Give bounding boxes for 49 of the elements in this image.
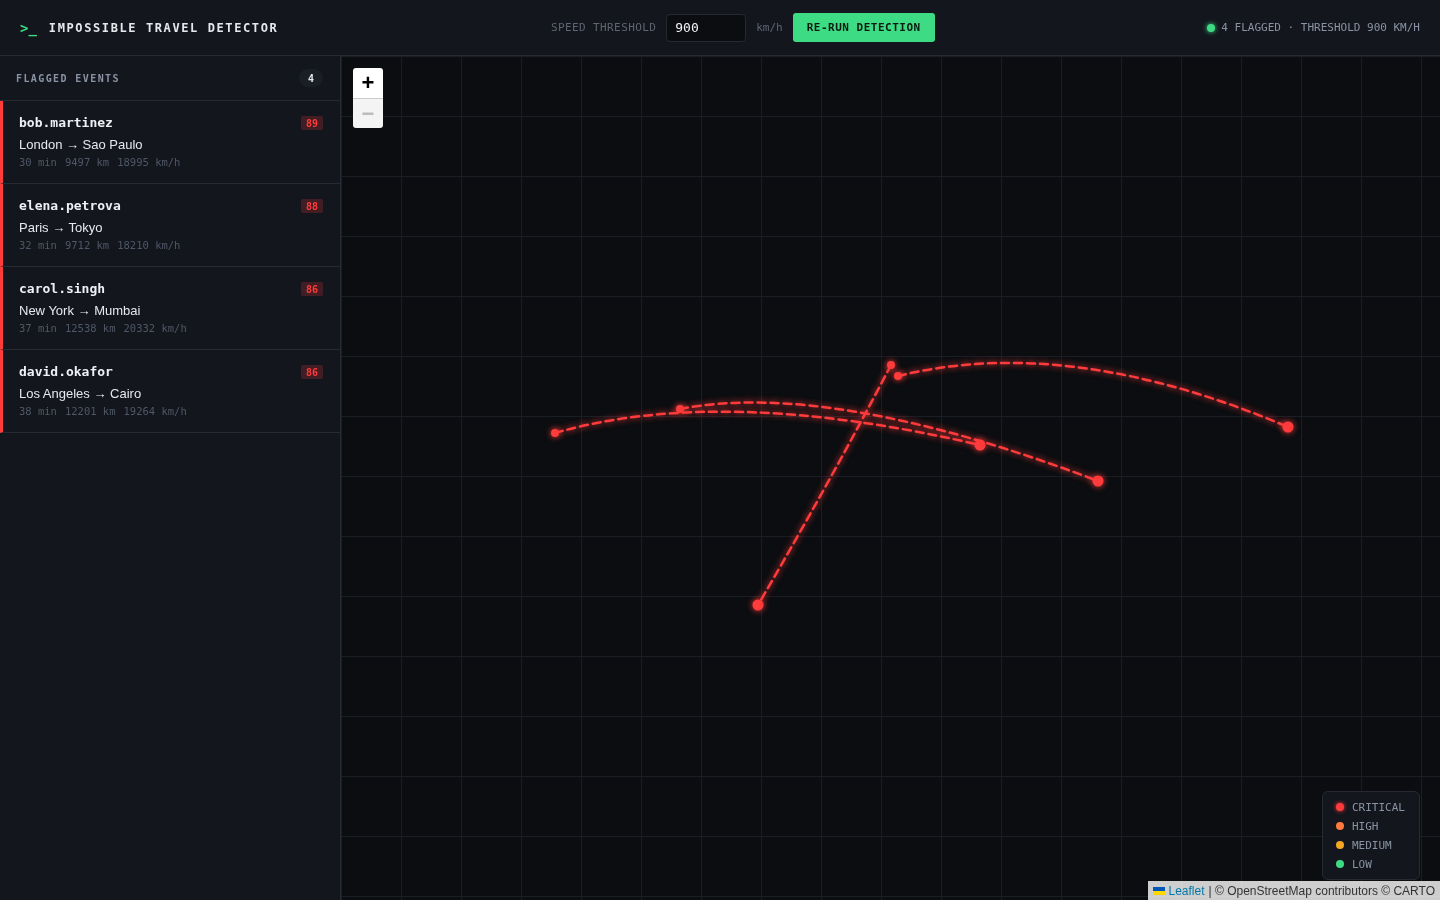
event-stat: 19264 km/h [123,404,187,418]
marker-dot-icon[interactable] [887,361,895,369]
unit-label: km/h [756,21,783,34]
event-stat: 12201 km [64,404,116,418]
event-stat: 32 min [19,238,57,252]
username: carol.singh [19,281,106,297]
marker-dot-icon[interactable] [1282,421,1294,433]
event-stat: 37 min [19,321,57,335]
event-stat: 9712 km [64,238,110,252]
route-text: London → Sao Paulo [19,137,144,153]
legend-label: MEDIUM [1352,838,1392,852]
username: bob.martinez [19,115,113,131]
event-stat: 18995 km/h [117,155,181,169]
risk-score: 89 [300,116,323,130]
status-dot-icon [1207,23,1216,32]
event-stat: 18210 km/h [117,238,181,252]
event-count: 4 [299,69,323,87]
risk-score: 88 [300,199,323,213]
threshold-label: SPEED THRESHOLD [550,21,657,34]
attribution-text: | © OpenStreetMap contributors © CARTO [1208,883,1435,898]
app-title: IMPOSSIBLE TRAVEL DETECTOR [48,20,279,35]
legend-label: HIGH [1352,819,1379,833]
terminal-prompt: >_ [20,19,37,36]
marker-dot-icon[interactable] [1092,475,1104,487]
marker-dot-icon[interactable] [894,372,902,380]
risk-score: 86 [300,282,323,296]
event-stat: 9497 km [64,155,110,169]
legend-label: CRITICAL [1352,800,1405,814]
legend-label: LOW [1352,857,1372,871]
rerun-detection-button[interactable]: RE-RUN DETECTION [792,13,935,42]
username: elena.petrova [19,198,121,214]
event-stat: 30 min [19,155,57,169]
zoom-in-button[interactable]: + [353,68,383,98]
route-text: New York → Mumbai [19,303,142,319]
event-stat: 38 min [19,404,57,418]
marker-dot-icon[interactable] [752,599,764,611]
threshold-input[interactable]: 900 [666,13,747,42]
marker-dot-icon[interactable] [676,405,684,413]
event-stat: 12538 km [64,321,116,335]
status-text: 4 FLAGGED · THRESHOLD 900 KM/H [1221,21,1420,34]
flag-icon [1152,886,1165,895]
route-text: Los Angeles → Cairo [19,386,143,402]
risk-score: 86 [300,365,323,379]
marker-dot-icon[interactable] [551,429,559,437]
marker-dot-icon[interactable] [974,439,986,451]
sidebar-title: FLAGGED EVENTS [16,72,120,84]
route-text: Paris → Tokyo [19,220,104,236]
event-stat: 20332 km/h [123,321,187,335]
username: david.okafor [19,364,113,380]
